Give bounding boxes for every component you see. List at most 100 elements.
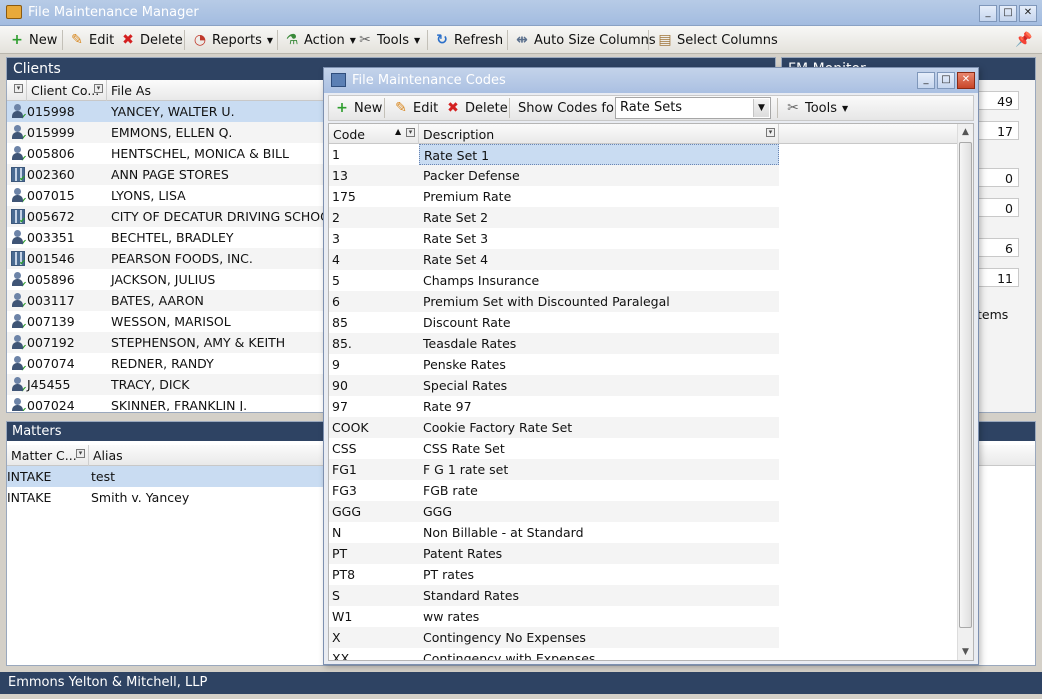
show-codes-dropdown[interactable]: Rate Sets ▼: [615, 97, 771, 119]
dialog-title-bar[interactable]: File Maintenance Codes _ □ ✕: [324, 68, 978, 93]
column-header-matter-code[interactable]: Matter C... ▾: [7, 445, 89, 466]
tools-label: Tools: [377, 32, 410, 48]
close-button[interactable]: ✕: [1019, 5, 1037, 22]
minimize-button[interactable]: _: [979, 5, 997, 22]
column-header-alias[interactable]: Alias: [89, 445, 339, 466]
codes-vertical-scrollbar[interactable]: ▲ ▼: [957, 124, 973, 660]
reports-label: Reports: [212, 32, 262, 48]
chevron-down-icon[interactable]: ▼: [753, 99, 769, 117]
code-row[interactable]: 5 Champs Insurance: [329, 270, 779, 291]
code-row[interactable]: 2 Rate Set 2: [329, 207, 779, 228]
filter-icon[interactable]: ▾: [406, 128, 415, 137]
client-code: 001546: [27, 251, 75, 266]
pin-button[interactable]: 📌: [1012, 29, 1034, 51]
scroll-up-icon[interactable]: ▲: [958, 124, 973, 140]
code-row[interactable]: PT8 PT rates: [329, 564, 779, 585]
person-client-icon: ✔: [11, 272, 27, 289]
code-row[interactable]: GGG GGG: [329, 501, 779, 522]
code-row[interactable]: FG3 FGB rate: [329, 480, 779, 501]
active-check-icon: ✔: [20, 406, 27, 411]
dialog-new-button[interactable]: + New: [331, 97, 385, 119]
code-row[interactable]: 175 Premium Rate: [329, 186, 779, 207]
code-row[interactable]: XX Contingency with Expenses: [329, 648, 779, 660]
code-row[interactable]: S Standard Rates: [329, 585, 779, 606]
person-client-icon: ✔: [11, 230, 27, 247]
client-code-cell: ✔ 002360: [7, 164, 107, 185]
dialog-edit-button[interactable]: ✎ Edit: [390, 97, 441, 119]
dialog-minimize-button[interactable]: _: [917, 72, 935, 89]
description-cell: Teasdale Rates: [423, 336, 517, 351]
code-row[interactable]: COOK Cookie Factory Rate Set: [329, 417, 779, 438]
active-check-icon: ✔: [20, 364, 27, 373]
tools-menu-button[interactable]: ✂ Tools ▼: [354, 29, 423, 51]
active-check-icon: ✔: [20, 280, 27, 289]
code-cell: COOK: [332, 420, 369, 435]
matter-code-header-label: Matter C...: [11, 448, 77, 463]
client-code-cell: ✔ 015999: [7, 122, 107, 143]
client-code: 007139: [27, 314, 75, 329]
row-indicator-header[interactable]: ▾: [7, 80, 27, 101]
code-cell: CSS: [332, 441, 357, 456]
code-row[interactable]: N Non Billable - at Standard: [329, 522, 779, 543]
dialog-delete-button[interactable]: ✖ Delete: [442, 97, 511, 119]
column-header-description[interactable]: Description ▾: [419, 124, 779, 144]
code-cell: N: [332, 525, 342, 540]
matter-row[interactable]: INTAKE test: [7, 466, 339, 487]
code-row[interactable]: 90 Special Rates: [329, 375, 779, 396]
new-button[interactable]: + New: [6, 29, 60, 51]
separator: [777, 98, 778, 118]
reports-menu-button[interactable]: ◔ Reports ▼: [189, 29, 276, 51]
code-row[interactable]: 6 Premium Set with Discounted Paralegal: [329, 291, 779, 312]
code-row[interactable]: 85. Teasdale Rates: [329, 333, 779, 354]
dialog-close-button[interactable]: ✕: [957, 72, 975, 89]
scroll-down-icon[interactable]: ▼: [958, 644, 973, 660]
column-header-client-code[interactable]: Client Co... ▾: [27, 80, 107, 101]
code-row[interactable]: 85 Discount Rate: [329, 312, 779, 333]
file-maintenance-codes-dialog: File Maintenance Codes _ □ ✕ + New ✎ Edit …: [323, 67, 979, 665]
code-cell: PT8: [332, 567, 356, 582]
code-row[interactable]: 1 Rate Set 1: [329, 144, 779, 165]
code-cell: 4: [332, 252, 340, 267]
select-columns-icon: ▤: [658, 32, 672, 48]
separator: [427, 30, 428, 50]
dialog-toolbar: + New ✎ Edit ✖ Delete Show Codes for Rate S…: [328, 95, 974, 121]
filter-icon[interactable]: ▾: [76, 449, 85, 458]
dialog-maximize-button[interactable]: □: [937, 72, 955, 89]
active-check-icon: ✔: [19, 216, 26, 225]
code-row[interactable]: 97 Rate 97: [329, 396, 779, 417]
codes-grid-body: 1 Rate Set 1 13 Packer Defense 175 Premium Ra…: [329, 144, 973, 660]
firm-name: Emmons Yelton & Mitchell, LLP: [8, 675, 208, 690]
code-row[interactable]: 13 Packer Defense: [329, 165, 779, 186]
filter-icon[interactable]: ▾: [14, 84, 23, 93]
columns-icon: ⇹: [516, 32, 528, 48]
delete-button[interactable]: ✖ Delete: [117, 29, 186, 51]
maximize-button[interactable]: □: [999, 5, 1017, 22]
code-row[interactable]: X Contingency No Expenses: [329, 627, 779, 648]
codes-grid-header: Code ▲ ▾ Description ▾: [329, 124, 973, 144]
client-code-cell: ✔ 015998: [7, 101, 107, 122]
person-client-icon: ✔: [11, 377, 27, 394]
filter-icon[interactable]: ▾: [766, 128, 775, 137]
scroll-thumb[interactable]: [959, 142, 972, 628]
matter-row[interactable]: INTAKE Smith v. Yancey: [7, 487, 339, 508]
code-row[interactable]: 3 Rate Set 3: [329, 228, 779, 249]
select-columns-button[interactable]: ▤ Select Columns: [654, 29, 781, 51]
description-cell: Standard Rates: [423, 588, 520, 603]
refresh-button[interactable]: ↻ Refresh: [431, 29, 506, 51]
code-row[interactable]: W1 ww rates: [329, 606, 779, 627]
description-cell: Premium Rate: [423, 189, 512, 204]
client-code: 003117: [27, 293, 75, 308]
client-code-cell: ✔ 003351: [7, 227, 107, 248]
auto-size-columns-button[interactable]: ⇹ Auto Size Columns: [511, 29, 659, 51]
dialog-tools-menu-button[interactable]: ✂ Tools ▼: [782, 97, 851, 119]
code-row[interactable]: 4 Rate Set 4: [329, 249, 779, 270]
code-row[interactable]: 9 Penske Rates: [329, 354, 779, 375]
edit-button[interactable]: ✎ Edit: [66, 29, 117, 51]
column-header-code[interactable]: Code ▲ ▾: [329, 124, 419, 144]
code-row[interactable]: PT Patent Rates: [329, 543, 779, 564]
action-menu-button[interactable]: ⚗ Action ▼: [281, 29, 359, 51]
code-row[interactable]: FG1 F G 1 rate set: [329, 459, 779, 480]
description-cell: Non Billable - at Standard: [423, 525, 584, 540]
code-row[interactable]: CSS CSS Rate Set: [329, 438, 779, 459]
filter-icon[interactable]: ▾: [94, 84, 103, 93]
